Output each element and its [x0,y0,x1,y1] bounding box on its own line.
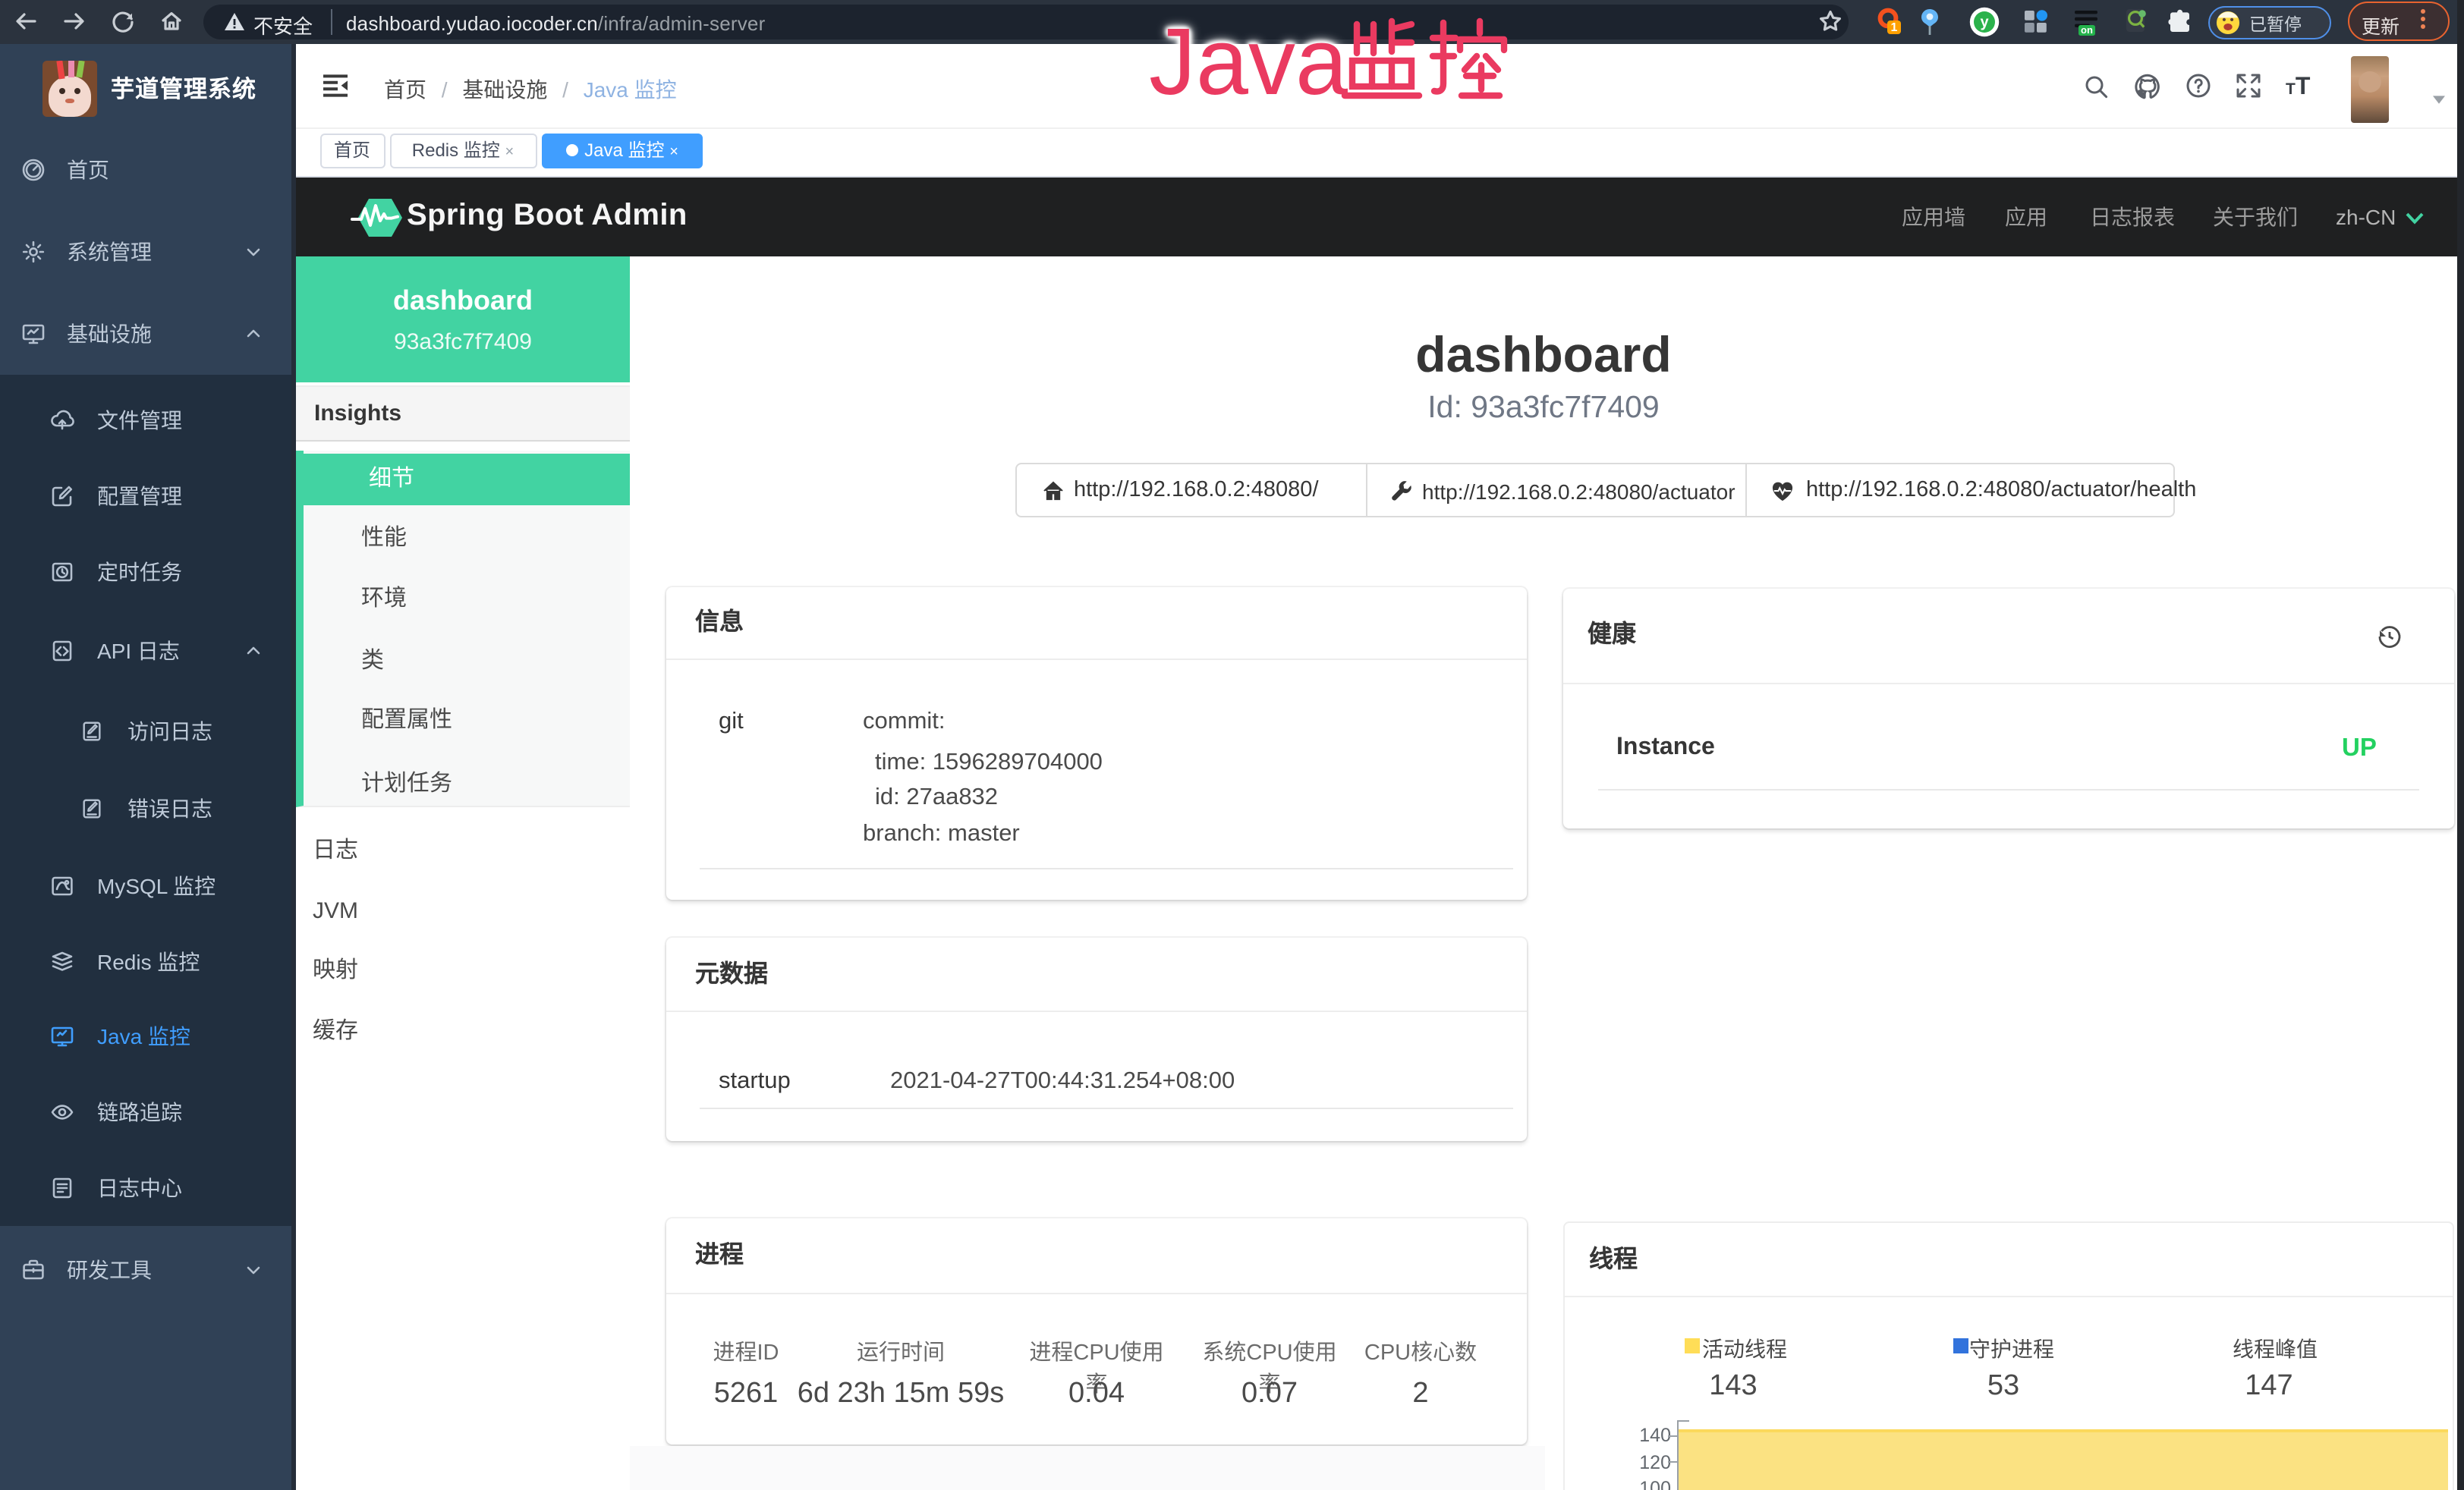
svg-text:on: on [2081,24,2093,36]
svg-text:1: 1 [1891,21,1898,34]
svg-text:y: y [1980,14,1989,31]
